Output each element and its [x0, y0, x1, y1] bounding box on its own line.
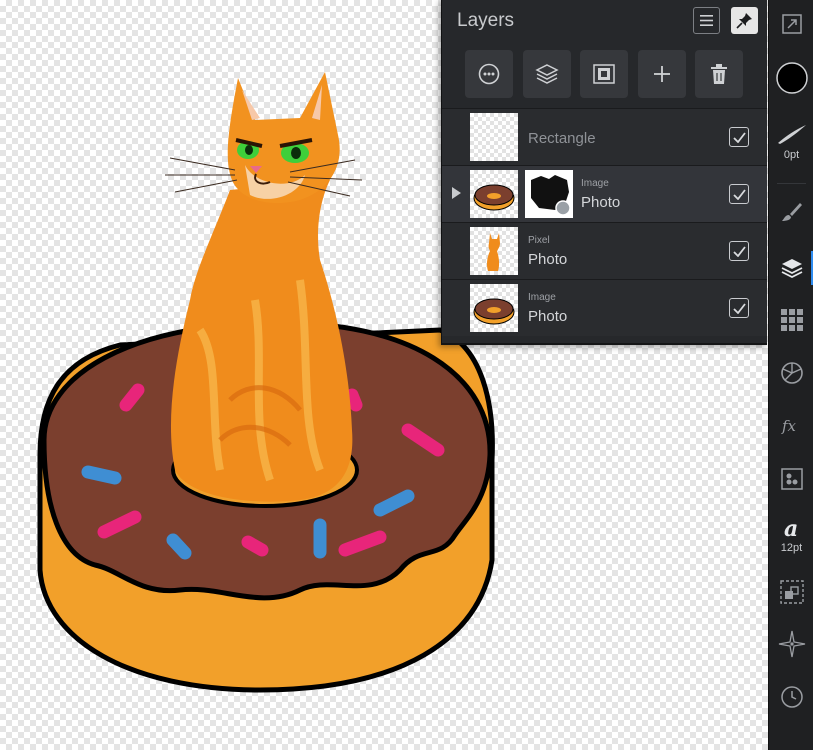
- text-style-icon: a: [784, 516, 798, 540]
- brush-button[interactable]: [769, 196, 813, 228]
- navigator-icon: [778, 630, 805, 658]
- layer-kind: Image: [581, 178, 609, 189]
- layer-stack-button[interactable]: [523, 50, 571, 98]
- channels-icon: [780, 468, 803, 490]
- mask-button[interactable]: [580, 50, 628, 98]
- layer-stack-icon: [535, 64, 559, 84]
- pin-icon: [736, 13, 752, 29]
- toolbar-divider: [777, 183, 806, 184]
- panel-menu-button[interactable]: [693, 7, 720, 34]
- layer-kind: Image: [528, 292, 556, 303]
- brush-icon: [781, 203, 802, 221]
- visibility-checkbox[interactable]: [729, 184, 749, 204]
- color-swatch-icon: [775, 62, 808, 94]
- color-button[interactable]: [769, 357, 813, 389]
- layer-row-image-photo[interactable]: Image Photo: [442, 165, 767, 222]
- cat-artwork: [165, 72, 363, 502]
- layer-kind: Pixel: [528, 235, 550, 246]
- cat-thumbnail-icon: [486, 233, 500, 271]
- layer-actions: [442, 50, 767, 98]
- effects-button[interactable]: fx: [769, 410, 813, 442]
- stroke-brush-icon: [777, 125, 806, 144]
- fullscreen-button[interactable]: [769, 8, 813, 40]
- layer-row-image-photo-2[interactable]: Image Photo: [442, 279, 767, 336]
- swatches-button[interactable]: [769, 304, 813, 336]
- checkmark-icon: [732, 188, 746, 200]
- layer-name: Rectangle: [528, 130, 596, 147]
- transform-icon: [779, 580, 804, 604]
- mask-icon: [593, 64, 615, 84]
- transform-button[interactable]: [769, 576, 813, 608]
- checkmark-icon: [732, 245, 746, 257]
- mask-shape-icon: [531, 175, 571, 216]
- layers-button[interactable]: [769, 252, 813, 284]
- fullscreen-icon: [781, 14, 802, 34]
- layer-thumbnail: [470, 170, 518, 218]
- history-icon: [780, 686, 803, 708]
- layer-thumbnail: [470, 227, 518, 275]
- add-layer-button[interactable]: [638, 50, 686, 98]
- visibility-checkbox[interactable]: [729, 298, 749, 318]
- channels-button[interactable]: [769, 463, 813, 495]
- visibility-checkbox[interactable]: [729, 241, 749, 261]
- color-wheel-icon: [780, 362, 803, 384]
- layer-thumbnail: [470, 284, 518, 332]
- panel-title: Layers: [457, 10, 515, 31]
- donut-thumbnail-icon: [473, 298, 515, 325]
- add-icon: [654, 66, 670, 82]
- color-swatch-button[interactable]: [769, 58, 813, 98]
- svg-text:fx: fx: [781, 417, 797, 435]
- stroke-width-label: 0pt: [783, 149, 800, 161]
- menu-icon: [700, 15, 713, 26]
- navigator-button[interactable]: [769, 627, 813, 661]
- layer-name: Photo: [581, 194, 621, 211]
- checkmark-icon: [732, 302, 746, 314]
- studio-toolbar: 0pt fx a 12pt: [768, 0, 813, 750]
- visibility-checkbox[interactable]: [729, 127, 749, 147]
- more-options-button[interactable]: [465, 50, 513, 98]
- mask-thumbnail[interactable]: [525, 170, 573, 218]
- layers-panel: Layers Rectangle Image Photo Pixel Photo…: [441, 0, 767, 345]
- panel-pin-button[interactable]: [731, 7, 758, 34]
- history-button[interactable]: [769, 681, 813, 713]
- layer-row-pixel-photo[interactable]: Pixel Photo: [442, 222, 767, 279]
- stroke-button[interactable]: 0pt: [769, 112, 813, 170]
- grid-icon: [780, 309, 803, 331]
- text-style-button[interactable]: a 12pt: [769, 512, 813, 558]
- checkmark-icon: [732, 131, 746, 143]
- layer-row-rectangle[interactable]: Rectangle: [442, 108, 767, 165]
- layer-thumbnail: [470, 113, 518, 161]
- more-options-icon: [478, 63, 500, 85]
- layers-icon: [781, 259, 802, 279]
- layer-name: Photo: [528, 308, 568, 325]
- layer-name: Photo: [528, 251, 568, 268]
- svg-text:a: a: [784, 516, 798, 540]
- expand-arrow-icon[interactable]: [452, 187, 461, 199]
- donut-thumbnail-icon: [473, 184, 515, 211]
- font-size-label: 12pt: [780, 542, 803, 554]
- trash-icon: [711, 64, 727, 84]
- delete-layer-button[interactable]: [695, 50, 743, 98]
- fx-icon: fx: [781, 417, 797, 435]
